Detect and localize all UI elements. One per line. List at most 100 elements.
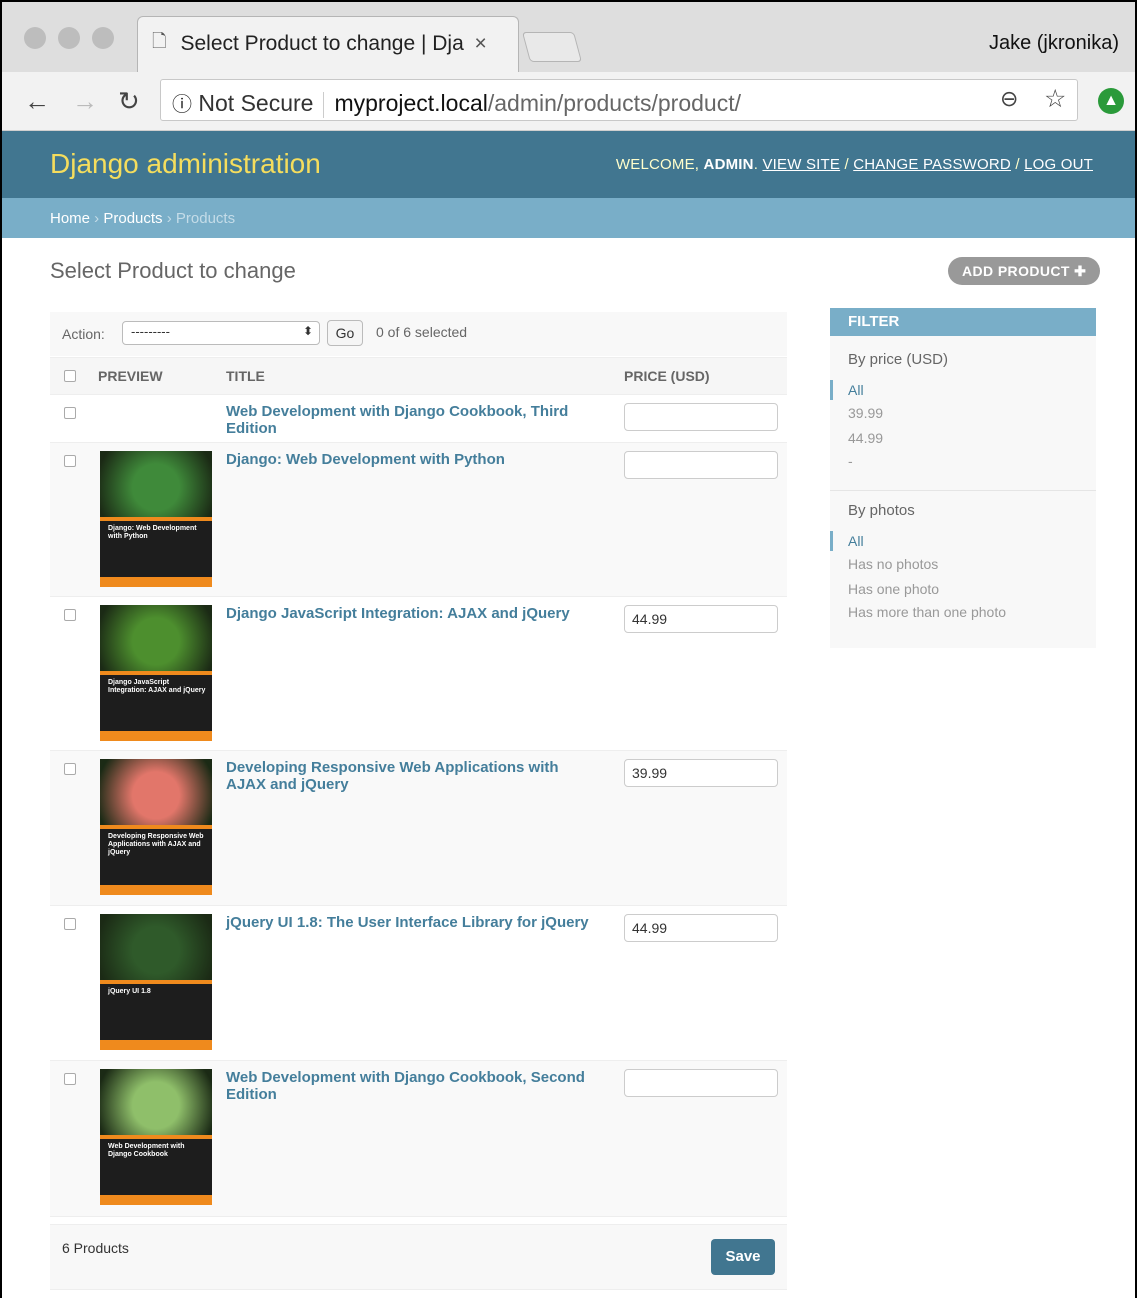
title-cell: Django JavaScript Integration: AJAX and … bbox=[226, 596, 624, 751]
action-selected-value: --------- bbox=[131, 324, 170, 339]
row-select-cell bbox=[50, 442, 98, 597]
browser-window: 🗋 Select Product to change | Dja × Jake … bbox=[0, 0, 1137, 1298]
extension-update-icon[interactable]: ▲ bbox=[1098, 88, 1124, 114]
filter-photos-none[interactable]: Has no photos bbox=[848, 556, 938, 572]
price-cell bbox=[624, 442, 787, 597]
row-checkbox[interactable] bbox=[64, 763, 76, 775]
book-cover-image: Web Development with Django Cookbook bbox=[100, 1069, 212, 1205]
book-cover-image: Django JavaScript Integration: AJAX and … bbox=[100, 605, 212, 741]
forward-icon[interactable]: → bbox=[72, 86, 98, 117]
result-count: 6 Products bbox=[62, 1240, 129, 1256]
table-row: Django: Web Development with Python Djang… bbox=[50, 442, 787, 597]
price-input[interactable]: 44.99 bbox=[624, 605, 778, 633]
book-cover-image: jQuery UI 1.8 bbox=[100, 914, 212, 1050]
product-title-link[interactable]: Django: Web Development with Python bbox=[226, 451, 596, 468]
maximize-window-button[interactable] bbox=[92, 27, 114, 49]
table-row: Web Development with Django Cookbook Web … bbox=[50, 1060, 787, 1217]
cover-art bbox=[100, 451, 212, 517]
close-window-button[interactable] bbox=[24, 27, 46, 49]
breadcrumb: Home › Products › Products bbox=[50, 210, 236, 227]
preview-cell: Developing Responsive Web Applications w… bbox=[98, 750, 226, 906]
preview-cell: jQuery UI 1.8 bbox=[98, 905, 226, 1061]
price-input[interactable]: 39.99 bbox=[624, 759, 778, 787]
row-checkbox[interactable] bbox=[64, 918, 76, 930]
add-product-label: ADD PRODUCT bbox=[962, 263, 1070, 279]
row-checkbox[interactable] bbox=[64, 407, 76, 419]
price-cell: 44.99 bbox=[624, 596, 787, 751]
row-select-cell bbox=[50, 1060, 98, 1217]
price-cell: 39.99 bbox=[624, 750, 787, 906]
site-brand[interactable]: Django administration bbox=[50, 148, 321, 180]
filter-price-3999[interactable]: 39.99 bbox=[848, 405, 883, 421]
price-input[interactable] bbox=[624, 451, 778, 479]
cover-title: Django: Web Development with Python bbox=[108, 525, 197, 540]
change-password-link[interactable]: CHANGE PASSWORD bbox=[853, 156, 1011, 173]
view-site-link[interactable]: VIEW SITE bbox=[762, 156, 840, 173]
plus-icon: ✚ bbox=[1074, 263, 1087, 279]
row-checkbox[interactable] bbox=[64, 1073, 76, 1085]
cover-art bbox=[100, 914, 212, 980]
cover-title: Django JavaScript Integration: AJAX and … bbox=[108, 679, 206, 694]
back-icon[interactable]: ← bbox=[24, 86, 50, 117]
filter-price-empty[interactable]: - bbox=[848, 453, 853, 469]
row-checkbox[interactable] bbox=[64, 455, 76, 467]
select-all-header bbox=[50, 357, 98, 395]
filter-selected-marker bbox=[830, 531, 833, 551]
filter-photos-many[interactable]: Has more than one photo bbox=[848, 604, 1006, 620]
preview-cell: Web Development with Django Cookbook bbox=[98, 1060, 226, 1217]
cover-art bbox=[100, 605, 212, 671]
reload-icon[interactable]: ↻ bbox=[118, 86, 140, 117]
security-label[interactable]: Not Secure bbox=[198, 90, 313, 116]
breadcrumb-home[interactable]: Home bbox=[50, 210, 90, 227]
column-title[interactable]: TITLE bbox=[226, 357, 624, 395]
zoom-icon[interactable]: ⊖ bbox=[1000, 86, 1018, 112]
product-title-link[interactable]: Django JavaScript Integration: AJAX and … bbox=[226, 605, 596, 622]
breadcrumb-app[interactable]: Products bbox=[103, 210, 162, 227]
title-cell: jQuery UI 1.8: The User Interface Librar… bbox=[226, 905, 624, 1061]
product-title-link[interactable]: Web Development with Django Cookbook, Th… bbox=[226, 403, 596, 437]
column-preview[interactable]: PREVIEW bbox=[98, 357, 226, 395]
add-product-button[interactable]: ADD PRODUCT ✚ bbox=[948, 257, 1101, 285]
filter-heading: FILTER bbox=[830, 308, 1096, 336]
profile-name[interactable]: Jake (jkronika) bbox=[989, 32, 1119, 55]
address-text[interactable]: ⓘ Not Secure myproject.local/admin/produc… bbox=[172, 88, 741, 118]
logout-link[interactable]: LOG OUT bbox=[1024, 156, 1093, 173]
info-icon[interactable]: ⓘ bbox=[172, 94, 192, 116]
product-title-link[interactable]: Web Development with Django Cookbook, Se… bbox=[226, 1069, 596, 1103]
price-input[interactable] bbox=[624, 403, 778, 431]
price-cell: 44.99 bbox=[624, 905, 787, 1061]
selection-counter: 0 of 6 selected bbox=[376, 324, 468, 340]
row-select-cell bbox=[50, 394, 98, 443]
table-row: jQuery UI 1.8 jQuery UI 1.8: The User Int… bbox=[50, 905, 787, 1061]
price-input[interactable] bbox=[624, 1069, 778, 1097]
select-all-checkbox[interactable] bbox=[64, 369, 76, 382]
table-row: Web Development with Django Cookbook, Th… bbox=[50, 394, 787, 443]
url-host: myproject.local bbox=[334, 90, 488, 116]
book-cover-image: Developing Responsive Web Applications w… bbox=[100, 759, 212, 895]
filter-photos-all[interactable]: All bbox=[848, 533, 864, 549]
cover-title: jQuery UI 1.8 bbox=[108, 988, 151, 995]
product-title-link[interactable]: jQuery UI 1.8: The User Interface Librar… bbox=[226, 914, 596, 931]
row-checkbox[interactable] bbox=[64, 609, 76, 621]
preview-cell bbox=[98, 394, 226, 443]
bookmark-star-icon[interactable]: ☆ bbox=[1044, 84, 1066, 114]
title-cell: Web Development with Django Cookbook, Se… bbox=[226, 1060, 624, 1217]
title-cell: Developing Responsive Web Applications w… bbox=[226, 750, 624, 906]
product-title-link[interactable]: Developing Responsive Web Applications w… bbox=[226, 759, 596, 793]
column-price[interactable]: PRICE (USD) bbox=[624, 357, 787, 395]
action-select[interactable]: --------- ⬍ bbox=[122, 321, 320, 345]
book-cover-image: Django: Web Development with Python bbox=[100, 451, 212, 587]
filter-price-all[interactable]: All bbox=[848, 382, 864, 398]
user-tools: WELCOME, ADMIN. VIEW SITE / CHANGE PASSW… bbox=[615, 156, 1093, 173]
page-title: Select Product to change bbox=[50, 258, 296, 283]
filter-group-photos-heading: By photos bbox=[848, 502, 915, 519]
close-tab-icon[interactable]: × bbox=[474, 32, 486, 56]
price-input[interactable]: 44.99 bbox=[624, 914, 778, 942]
filter-photos-one[interactable]: Has one photo bbox=[848, 581, 939, 597]
breadcrumb-current: Products bbox=[175, 210, 236, 227]
filter-price-4499[interactable]: 44.99 bbox=[848, 430, 883, 446]
new-tab-button[interactable] bbox=[521, 32, 583, 62]
go-button[interactable]: Go bbox=[327, 320, 363, 346]
minimize-window-button[interactable] bbox=[58, 27, 80, 49]
save-button[interactable]: Save bbox=[711, 1239, 775, 1275]
